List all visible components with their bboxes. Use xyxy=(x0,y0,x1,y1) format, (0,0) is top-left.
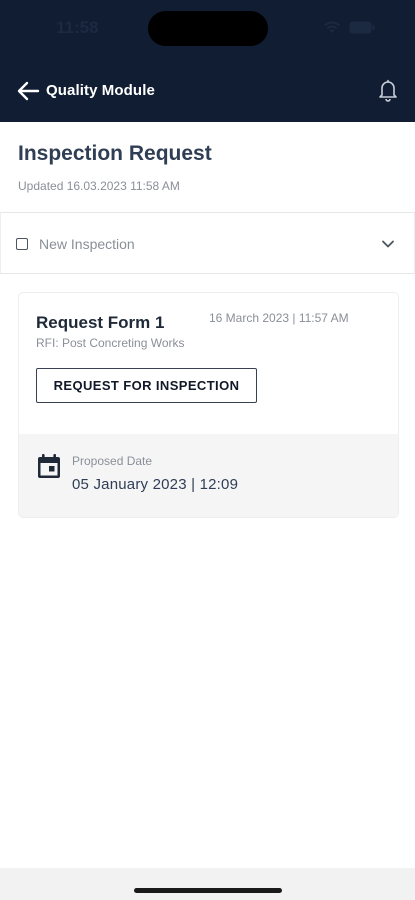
chevron-down-icon[interactable] xyxy=(380,237,396,249)
proposed-date-label: Proposed Date xyxy=(72,454,153,468)
app-title: Quality Module xyxy=(46,82,155,99)
proposed-date-section: Proposed Date 05 January 2023 | 12:09 xyxy=(19,434,398,517)
request-subtitle: RFI: Post Concreting Works xyxy=(36,336,185,350)
app-bar: Quality Module xyxy=(0,74,415,108)
new-inspection-label: New Inspection xyxy=(39,236,135,252)
top-header: 11:58 Quality Module xyxy=(0,0,415,122)
status-time: 11:58 xyxy=(56,18,99,37)
status-icons xyxy=(323,20,375,34)
request-for-inspection-button[interactable]: REQUEST FOR INSPECTION xyxy=(36,368,257,403)
battery-icon xyxy=(349,21,375,34)
request-date: 16 March 2023 | 11:57 AM xyxy=(209,311,349,325)
new-inspection-checkbox[interactable] xyxy=(16,238,28,250)
bottom-bar xyxy=(0,868,415,900)
calendar-icon xyxy=(36,453,62,480)
bell-icon[interactable] xyxy=(377,78,399,102)
new-inspection-filter[interactable]: New Inspection xyxy=(0,212,415,274)
wifi-icon xyxy=(323,20,341,34)
request-card[interactable]: Request Form 1 16 March 2023 | 11:57 AM … xyxy=(18,292,399,518)
home-indicator[interactable] xyxy=(134,888,282,893)
page-title: Inspection Request xyxy=(18,142,212,165)
dynamic-island xyxy=(148,11,268,46)
updated-timestamp: Updated 16.03.2023 11:58 AM xyxy=(18,179,180,193)
request-title: Request Form 1 xyxy=(36,313,165,332)
proposed-date-value: 05 January 2023 | 12:09 xyxy=(72,476,239,493)
arrow-left-icon[interactable] xyxy=(16,80,40,102)
